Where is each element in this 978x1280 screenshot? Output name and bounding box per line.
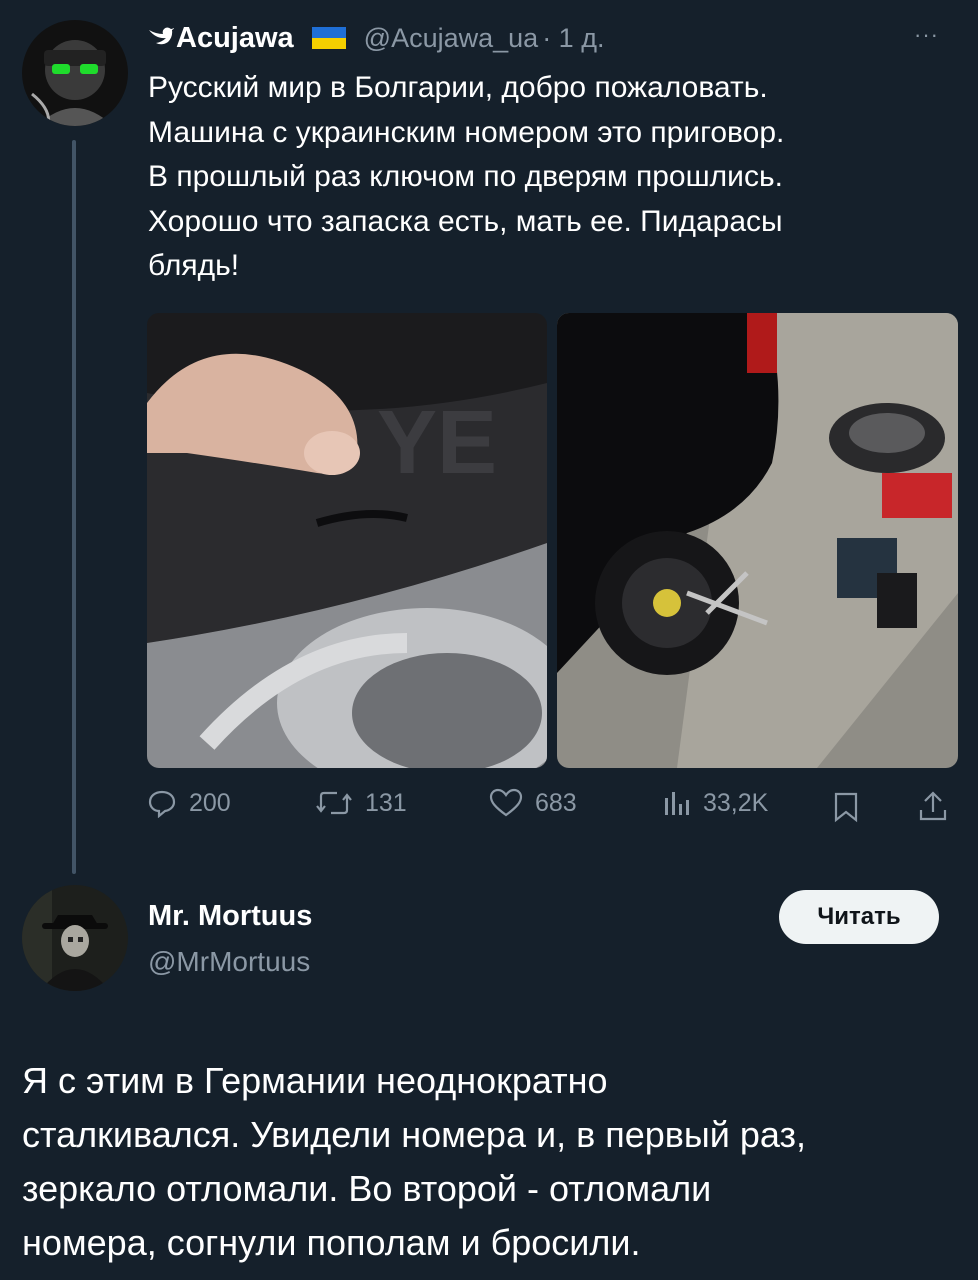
reply-button[interactable]: 200 bbox=[147, 788, 231, 818]
reply-author-avatar[interactable] bbox=[22, 885, 128, 991]
retweet-button[interactable]: 131 bbox=[315, 788, 407, 818]
author-handle[interactable]: @Acujawa_ua bbox=[364, 23, 539, 54]
views-count: 33,2K bbox=[703, 788, 769, 817]
follow-button[interactable]: Читать bbox=[779, 890, 939, 944]
like-count: 683 bbox=[535, 788, 577, 817]
share-icon[interactable] bbox=[918, 790, 948, 827]
svg-text:YE: YE bbox=[377, 393, 497, 493]
thread-line bbox=[72, 140, 76, 874]
tweet-text: Русский мир в Болгарии, добро пожаловать… bbox=[148, 71, 785, 282]
ukraine-flag-icon bbox=[311, 27, 346, 49]
reply-author-name[interactable]: Mr. Mortuus bbox=[148, 900, 312, 933]
reply-author-handle[interactable]: @MrMortuus bbox=[148, 946, 310, 978]
tweet-image-tire[interactable]: YE bbox=[147, 313, 547, 768]
heart-icon bbox=[489, 788, 523, 818]
more-options-icon[interactable]: ··· bbox=[914, 22, 939, 48]
bird-logo-icon bbox=[148, 27, 174, 49]
reply-icon bbox=[147, 788, 177, 818]
author-avatar[interactable] bbox=[22, 20, 128, 126]
reply-text: Я с этим в Германии неоднократно сталкив… bbox=[22, 1060, 807, 1263]
tweet-time[interactable]: · 1 д. bbox=[542, 23, 604, 54]
author-name[interactable]: Acujawa bbox=[176, 22, 294, 55]
bookmark-icon[interactable] bbox=[832, 791, 860, 828]
views-chart-icon bbox=[661, 788, 691, 818]
tweet-image-car[interactable] bbox=[557, 313, 958, 768]
retweet-count: 131 bbox=[365, 788, 407, 817]
like-button[interactable]: 683 bbox=[489, 788, 577, 818]
reply-count: 200 bbox=[189, 788, 231, 817]
tweet-header: Acujawa @Acujawa_ua · 1 д. bbox=[148, 20, 604, 56]
retweet-icon bbox=[315, 788, 353, 818]
views-button[interactable]: 33,2K bbox=[661, 788, 768, 818]
